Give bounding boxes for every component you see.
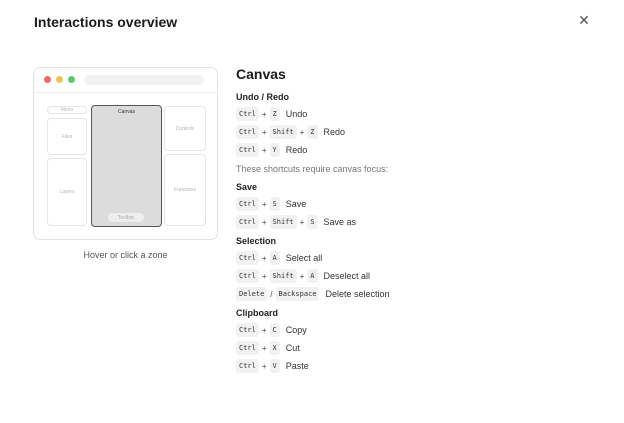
key-cap: Z: [307, 125, 318, 139]
shortcut-action: Copy: [285, 325, 307, 335]
shortcut-note: These shortcuts require canvas focus:: [236, 164, 389, 174]
key-cap: A: [307, 269, 318, 283]
shortcut-action: Select all: [285, 253, 323, 263]
zone-functions[interactable]: Functions: [164, 154, 206, 226]
key-cap: Ctrl: [236, 197, 259, 211]
key-cap: V: [269, 359, 280, 373]
shortcut-group: Clipboard Ctrl + C Copy Ctrl + X Cut Ctrl + V Paste: [236, 308, 606, 374]
shortcut-panel: Canvas Undo / Redo Ctrl + Z Undo Ctrl + Shift + Z…: [236, 66, 606, 388]
shortcut-row: Ctrl + S Save: [236, 196, 606, 212]
shortcut-action: Redo: [323, 127, 346, 137]
shortcut-row: Ctrl + Y Redo: [236, 142, 606, 158]
shortcut-group-title: Selection: [236, 236, 277, 246]
preview-hint: Hover or click a zone: [83, 250, 168, 260]
zone-layers[interactable]: Layers: [47, 158, 87, 226]
key-cap: Ctrl: [236, 215, 259, 229]
shortcut-group-title: Save: [236, 182, 258, 192]
shortcut-row: Ctrl + C Copy: [236, 322, 606, 338]
key-cap: C: [269, 323, 280, 337]
preview-window-bar: [34, 68, 217, 93]
layout-preview: Menu Files Layers Canvas Controls Functi…: [33, 67, 218, 240]
shortcut-action: Undo: [285, 109, 308, 119]
key-separator: +: [261, 145, 267, 155]
key-cap: Ctrl: [236, 107, 259, 121]
zone-menu-label: Menu: [60, 107, 74, 113]
zone-toolbar-label: Toolbar: [117, 214, 135, 221]
key-cap: Ctrl: [236, 251, 259, 265]
key-separator: +: [299, 217, 305, 227]
dialog-title: Interactions overview: [34, 14, 178, 30]
key-separator: +: [261, 109, 267, 119]
close-icon[interactable]: ✕: [576, 12, 592, 28]
key-cap: Z: [269, 107, 280, 121]
shortcut-row: Delete / Backspace Delete selection: [236, 286, 606, 302]
key-separator: +: [261, 343, 267, 353]
key-separator: +: [261, 217, 267, 227]
zone-menu[interactable]: Menu: [47, 106, 87, 114]
key-cap: Shift: [269, 215, 297, 229]
key-cap: Ctrl: [236, 143, 259, 157]
key-cap: Ctrl: [236, 125, 259, 139]
zone-controls[interactable]: Controls: [164, 106, 206, 151]
key-cap: Ctrl: [236, 269, 259, 283]
shortcut-action: Save as: [323, 217, 357, 227]
key-separator: /: [270, 289, 273, 299]
shortcut-row: Ctrl + A Select all: [236, 250, 606, 266]
shortcut-group-title: Undo / Redo: [236, 92, 289, 102]
window-maximize-dot-icon: [68, 76, 75, 83]
shortcut-groups: Undo / Redo Ctrl + Z Undo Ctrl + Shift + Z Redo Ctr…: [236, 92, 606, 374]
key-cap: S: [307, 215, 318, 229]
shortcut-action: Delete selection: [325, 289, 390, 299]
key-cap: Y: [269, 143, 280, 157]
key-separator: +: [261, 199, 267, 209]
shortcut-group-title: Clipboard: [236, 308, 278, 318]
key-cap: Shift: [269, 125, 297, 139]
panel-title: Canvas: [236, 66, 286, 82]
key-cap: Ctrl: [236, 323, 259, 337]
shortcut-row: Ctrl + Shift + S Save as: [236, 214, 606, 230]
key-cap: Ctrl: [236, 359, 259, 373]
zone-canvas[interactable]: Canvas: [91, 105, 162, 227]
shortcut-action: Deselect all: [323, 271, 371, 281]
shortcut-action: Redo: [285, 145, 308, 155]
preview-address-bar: [84, 75, 204, 85]
shortcut-action: Save: [285, 199, 307, 209]
key-separator: +: [299, 127, 305, 137]
shortcut-action: Paste: [285, 361, 309, 371]
key-separator: +: [299, 271, 305, 281]
key-cap: Backspace: [275, 287, 320, 301]
shortcut-group: Selection Ctrl + A Select all Ctrl + Shift + A Des…: [236, 236, 606, 302]
shortcut-row: Ctrl + Shift + A Deselect all: [236, 268, 606, 284]
window-minimize-dot-icon: [56, 76, 63, 83]
shortcut-group: Save Ctrl + S Save Ctrl + Shift + S Save as: [236, 182, 606, 230]
key-cap: S: [269, 197, 280, 211]
shortcut-group: Undo / Redo Ctrl + Z Undo Ctrl + Shift + Z Redo Ctr…: [236, 92, 606, 174]
zone-controls-label: Controls: [175, 125, 195, 132]
interactions-dialog: Interactions overview ✕ Menu Files Layer…: [0, 0, 624, 423]
shortcut-action: Cut: [285, 343, 300, 353]
zone-files-label: Files: [61, 133, 73, 140]
shortcut-row: Ctrl + Z Undo: [236, 106, 606, 122]
shortcut-row: Ctrl + X Cut: [236, 340, 606, 356]
key-separator: +: [261, 253, 267, 263]
zone-functions-label: Functions: [174, 187, 196, 193]
zone-layers-label: Layers: [59, 189, 75, 195]
key-separator: +: [261, 127, 267, 137]
shortcut-row: Ctrl + Shift + Z Redo: [236, 124, 606, 140]
zone-files[interactable]: Files: [47, 118, 87, 155]
key-separator: +: [261, 325, 267, 335]
zone-canvas-label: Canvas: [118, 109, 135, 115]
key-separator: +: [261, 271, 267, 281]
zone-toolbar[interactable]: Toolbar: [108, 213, 144, 222]
shortcut-row: Ctrl + V Paste: [236, 358, 606, 374]
key-separator: +: [261, 361, 267, 371]
key-cap: X: [269, 341, 280, 355]
key-cap: Ctrl: [236, 341, 259, 355]
key-cap: Delete: [236, 287, 268, 301]
key-cap: Shift: [269, 269, 297, 283]
key-cap: A: [269, 251, 280, 265]
window-close-dot-icon: [44, 76, 51, 83]
